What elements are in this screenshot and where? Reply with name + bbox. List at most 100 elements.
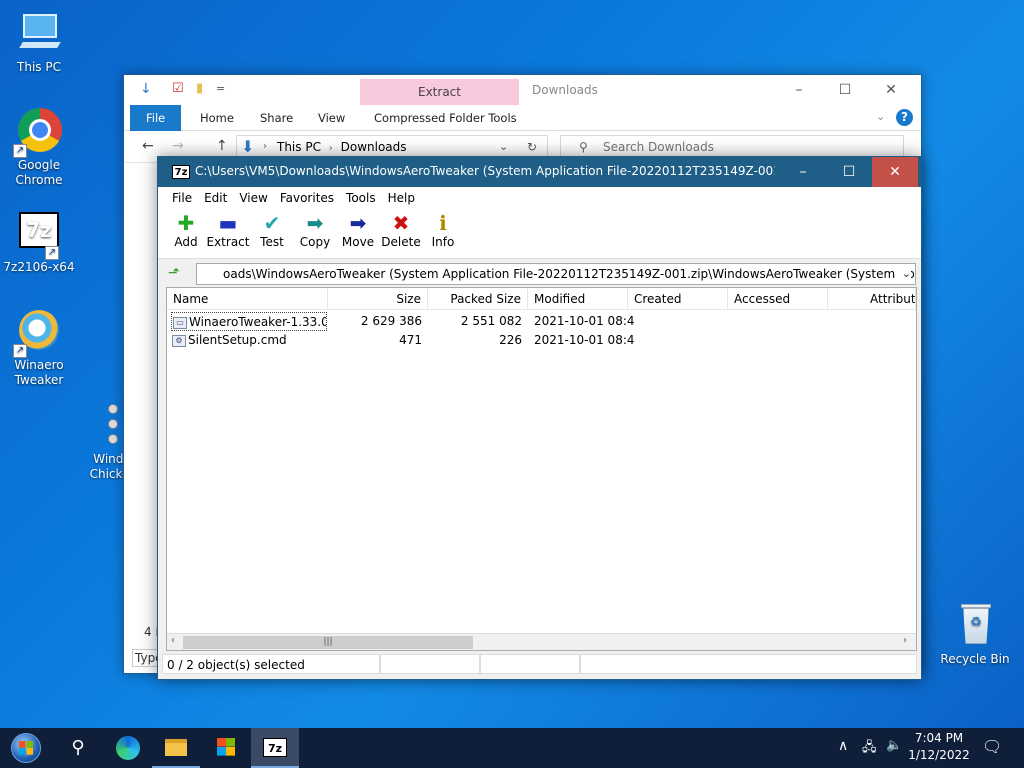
quick-access-folder-icon[interactable]: ▮: [196, 81, 203, 96]
column-header-created[interactable]: Created: [628, 288, 728, 310]
help-icon[interactable]: ?: [896, 109, 913, 126]
move-button[interactable]: ➡ Move: [336, 211, 380, 249]
column-header-name[interactable]: Name: [167, 288, 328, 310]
explorer-titlebar[interactable]: ↓ ☑ ▮ = Extract Downloads – ☐ ✕: [124, 75, 921, 105]
copy-icon: ➡: [306, 211, 324, 235]
info-button[interactable]: ℹ Info: [421, 211, 465, 249]
quick-access-properties-icon[interactable]: ☑: [172, 81, 184, 96]
column-header-packed-size[interactable]: Packed Size: [428, 288, 528, 310]
menu-edit[interactable]: Edit: [198, 187, 233, 209]
delete-button[interactable]: ✖ Delete: [379, 211, 423, 249]
menu-favorites[interactable]: Favorites: [274, 187, 340, 209]
refresh-icon[interactable]: ↻: [527, 136, 537, 158]
7zip-taskbar-button[interactable]: 7z: [251, 728, 299, 768]
ribbon-tab-view[interactable]: View: [308, 105, 355, 131]
store-icon: [217, 738, 235, 756]
desktop-icon-winaero-tweaker[interactable]: ↗ Winaero Tweaker: [1, 308, 77, 388]
file-explorer-button[interactable]: [152, 728, 200, 768]
menu-tools[interactable]: Tools: [340, 187, 382, 209]
file-size: 2 629 386: [360, 314, 422, 328]
column-header-accessed[interactable]: Accessed: [728, 288, 828, 310]
7zip-minimize-button[interactable]: –: [780, 157, 826, 187]
menu-view[interactable]: View: [233, 187, 273, 209]
7zip-file-list[interactable]: Name Size Packed Size Modified Created A…: [166, 287, 917, 651]
7zip-window[interactable]: 7z C:\Users\VM5\Downloads\WindowsAeroTwe…: [157, 156, 922, 680]
add-button[interactable]: ✚ Add: [164, 211, 208, 249]
search-button[interactable]: ⚲: [54, 728, 102, 768]
explorer-navigation-pane[interactable]: 4 i: [124, 163, 160, 673]
breadcrumb-downloads[interactable]: Downloads: [341, 140, 407, 154]
table-row[interactable]: ⚙ SilentSetup.cmd 471 226 2021-10-01 08:4…: [167, 331, 916, 350]
ribbon-expand-icon[interactable]: ⌄: [876, 110, 885, 123]
7zip-menubar: File Edit View Favorites Tools Help: [158, 187, 921, 209]
forward-arrow-icon[interactable]: →: [172, 138, 184, 154]
taskbar: ⚲ 7z ∧ 🖧 🔈 7:04 PM 1/12/2022 🗨: [0, 728, 1024, 768]
desktop-icon-recycle-bin[interactable]: ♻ Recycle Bin: [937, 602, 1013, 667]
column-header-size[interactable]: Size: [328, 288, 428, 310]
recycle-bin-icon: ♻: [951, 602, 999, 650]
network-icon[interactable]: 🖧: [862, 738, 877, 760]
desktop-icon-chrome[interactable]: ↗ Google Chrome: [1, 108, 77, 188]
table-row[interactable]: ▭WinaeroTweaker-1.33.0.... 2 629 386 2 5…: [167, 312, 916, 331]
column-header-modified[interactable]: Modified: [528, 288, 628, 310]
back-arrow-icon[interactable]: ←: [142, 138, 154, 154]
shortcut-arrow-icon: ↗: [45, 246, 59, 260]
ribbon-tab-compressed-folder-tools[interactable]: Compressed Folder Tools: [364, 105, 527, 131]
info-icon: ℹ: [439, 211, 447, 235]
desktop-icon-label: Recycle Bin: [940, 652, 1010, 666]
scrollbar-thumb[interactable]: |||: [183, 636, 473, 649]
quick-access-download-icon[interactable]: ↓: [140, 81, 152, 97]
ribbon-tab-home[interactable]: Home: [190, 105, 244, 131]
quick-access-customize-icon[interactable]: =: [216, 82, 225, 95]
path-dropdown-icon[interactable]: ⌄: [897, 264, 911, 284]
shortcut-arrow-icon: ↗: [13, 144, 27, 158]
extract-context-tab[interactable]: Extract: [360, 79, 519, 105]
ribbon-tab-file[interactable]: File: [130, 105, 182, 131]
extract-button[interactable]: ▬ Extract: [206, 211, 250, 249]
desktop-icon-7z-installer[interactable]: 7z ↗ 7z2106-x64: [1, 210, 77, 275]
notification-icon[interactable]: 🗨: [982, 737, 1002, 756]
7zip-installer-icon: 7z ↗: [15, 210, 63, 260]
test-button[interactable]: ✔ Test: [250, 211, 294, 249]
folder-up-icon[interactable]: ⬏: [168, 265, 184, 281]
edge-button[interactable]: [104, 728, 152, 768]
explorer-maximize-button[interactable]: ☐: [822, 75, 868, 105]
move-label: Move: [341, 235, 375, 249]
explorer-close-button[interactable]: ✕: [868, 75, 914, 105]
explorer-minimize-button[interactable]: –: [776, 75, 822, 105]
path-value: oads\WindowsAeroTweaker (System Applicat…: [223, 267, 915, 281]
menu-help[interactable]: Help: [382, 187, 421, 209]
show-hidden-icons-icon[interactable]: ∧: [838, 738, 848, 754]
7zip-path-combobox[interactable]: oads\WindowsAeroTweaker (System Applicat…: [196, 263, 916, 285]
desktop-icon-this-pc[interactable]: This PC: [1, 10, 77, 75]
7zip-maximize-button[interactable]: ☐: [826, 157, 872, 187]
breadcrumb-this-pc[interactable]: This PC: [277, 140, 321, 154]
scroll-left-icon[interactable]: ‹: [171, 635, 175, 646]
up-arrow-icon[interactable]: ↑: [216, 138, 228, 154]
add-icon: ✚: [177, 211, 195, 235]
start-button[interactable]: [2, 728, 50, 768]
menu-file[interactable]: File: [166, 187, 198, 209]
ribbon-tab-share[interactable]: Share: [250, 105, 303, 131]
add-label: Add: [174, 235, 198, 249]
info-label: Info: [431, 235, 455, 249]
copy-button[interactable]: ➡ Copy: [293, 211, 337, 249]
folder-icon: [165, 739, 187, 756]
file-name: WinaeroTweaker-1.33.0....: [189, 315, 327, 329]
winaero-tweaker-icon: ↗: [13, 308, 63, 358]
address-dropdown-icon[interactable]: ⌄: [499, 136, 508, 158]
taskbar-clock[interactable]: 7:04 PM 1/12/2022: [906, 730, 972, 764]
file-modified: 2021-10-01 08:43: [534, 333, 634, 347]
delete-label: Delete: [381, 235, 421, 249]
file-packed-size: 226: [499, 333, 522, 347]
column-header-attributes[interactable]: Attributes: [828, 288, 916, 310]
volume-muted-icon[interactable]: 🔈: [886, 738, 902, 753]
horizontal-scrollbar[interactable]: ‹ ||| ›: [167, 633, 916, 650]
windows-flag-icon: [19, 741, 33, 755]
store-button[interactable]: [202, 728, 250, 768]
extract-label: Extract: [206, 235, 250, 249]
7zip-close-button[interactable]: ✕: [872, 157, 918, 187]
scroll-right-icon[interactable]: ›: [903, 635, 907, 646]
7zip-titlebar[interactable]: 7z C:\Users\VM5\Downloads\WindowsAeroTwe…: [158, 157, 921, 187]
file-modified: 2021-10-01 08:43: [534, 314, 634, 328]
